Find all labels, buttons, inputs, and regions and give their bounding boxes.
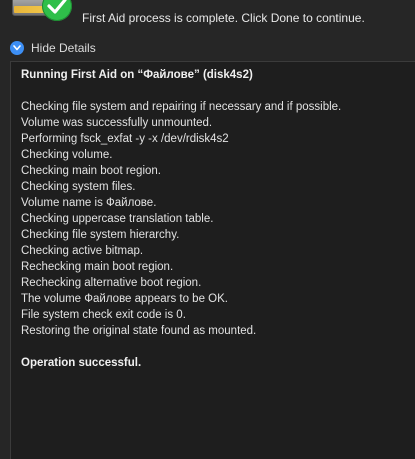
status-message: First Aid process is complete. Click Don… bbox=[82, 11, 365, 25]
success-check-icon bbox=[42, 0, 72, 21]
log-line: Rechecking main boot region. bbox=[21, 261, 174, 273]
log-line: Checking main boot region. bbox=[21, 165, 161, 177]
log-line: File system check exit code is 0. bbox=[21, 309, 186, 321]
log-line: Checking file system hierarchy. bbox=[21, 229, 180, 241]
log-line: Volume name is Файлове. bbox=[21, 197, 157, 209]
log-line: The volume Файлове appears to be OK. bbox=[21, 293, 228, 305]
hide-details-toggle[interactable]: Hide Details bbox=[10, 40, 96, 56]
log-line: Checking active bitmap. bbox=[21, 245, 144, 257]
log-output-panel[interactable]: Running First Aid on “Файлове” (disk4s2)… bbox=[10, 61, 415, 459]
log-line: Checking volume. bbox=[21, 149, 113, 161]
status-header: First Aid process is complete. Click Don… bbox=[0, 0, 415, 32]
log-line: Checking uppercase translation table. bbox=[21, 213, 214, 225]
hide-details-label: Hide Details bbox=[31, 41, 96, 55]
log-line: Volume was successfully unmounted. bbox=[21, 117, 213, 129]
log-line: Checking system files. bbox=[21, 181, 136, 193]
log-line: Rechecking alternative boot region. bbox=[21, 277, 202, 289]
operation-result: Operation successful. bbox=[21, 357, 142, 369]
log-line: Checking file system and repairing if ne… bbox=[21, 101, 342, 113]
chevron-down-icon bbox=[10, 41, 24, 55]
log-line: Performing fsck_exfat -y -x /dev/rdisk4s… bbox=[21, 133, 229, 145]
log-line: Restoring the original state found as mo… bbox=[21, 325, 257, 337]
log-title: Running First Aid on “Файлове” (disk4s2) bbox=[21, 69, 253, 81]
